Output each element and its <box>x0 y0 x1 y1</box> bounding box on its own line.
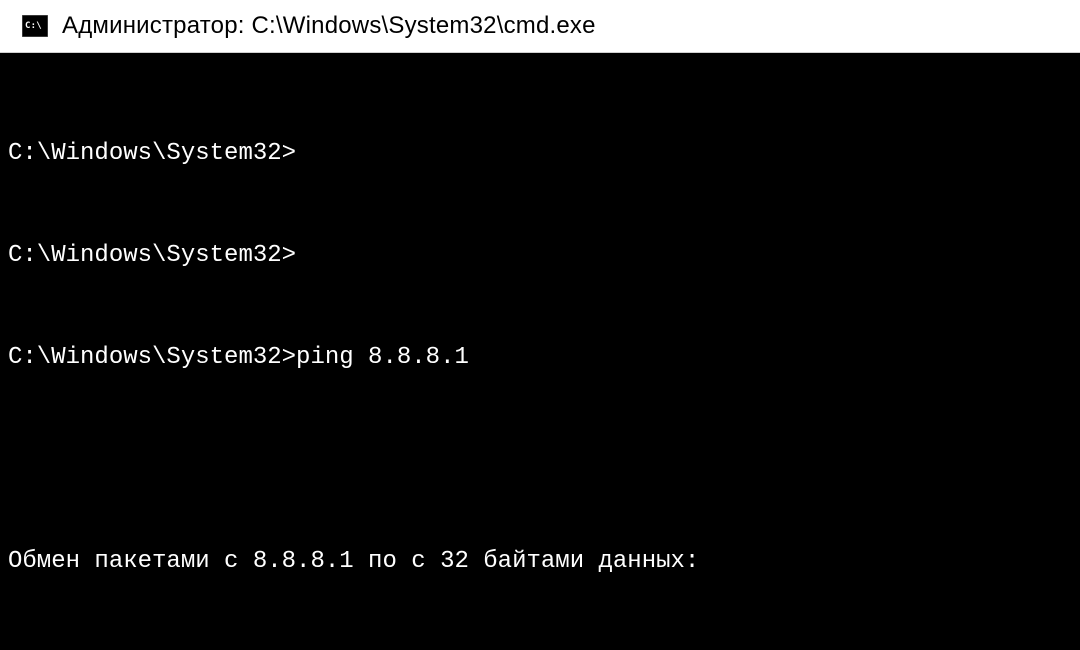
prompt-line: C:\Windows\System32> <box>8 239 1070 273</box>
svg-text:C:\: C:\ <box>25 21 42 31</box>
output-line: Обмен пакетами с 8.8.8.1 по с 32 байтами… <box>8 545 1070 579</box>
prompt-line: C:\Windows\System32> <box>8 137 1070 171</box>
cmd-window: C:\ Администратор: C:\Windows\System32\c… <box>0 0 1080 650</box>
terminal-output[interactable]: C:\Windows\System32> C:\Windows\System32… <box>0 53 1080 650</box>
command-line: C:\Windows\System32>ping 8.8.8.1 <box>8 341 1070 375</box>
titlebar[interactable]: C:\ Администратор: C:\Windows\System32\c… <box>0 0 1080 53</box>
window-title: Администратор: C:\Windows\System32\cmd.e… <box>62 12 596 40</box>
cmd-icon: C:\ <box>22 15 48 37</box>
blank-line <box>8 443 1070 477</box>
